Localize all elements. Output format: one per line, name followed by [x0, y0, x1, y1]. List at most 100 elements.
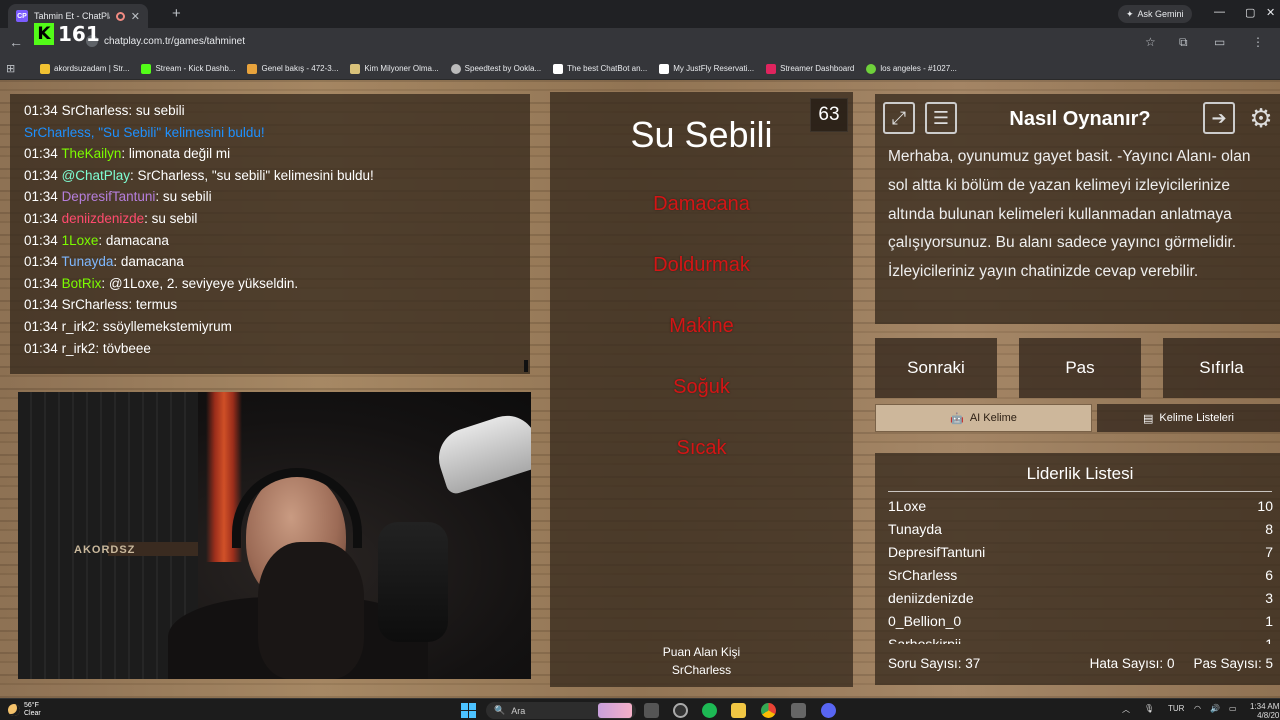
new-tab-button[interactable]: + [172, 5, 181, 22]
chrome-icon[interactable] [761, 703, 776, 718]
chat-scrollbar[interactable] [524, 360, 528, 372]
sidepanel-icon[interactable]: ▭ [1214, 35, 1225, 49]
chat-username[interactable]: SrCharless, "Su Sebili" kelimesini buldu… [24, 125, 265, 140]
app-icon[interactable] [791, 703, 806, 718]
bookmark-item[interactable]: Streamer Dashboard [760, 63, 860, 74]
bookmark-item[interactable]: Speedtest by Ookla... [445, 63, 548, 74]
browser-tabbar: CP Tahmin Et - ChatPlay ✕ + ✦ Ask Gemini… [0, 0, 1280, 28]
bookmark-item[interactable]: Kim Milyoner Olma... [344, 63, 444, 74]
close-window-icon[interactable]: ✕ [1266, 6, 1275, 19]
exit-icon[interactable]: ➔ [1203, 102, 1235, 134]
player-score: 6 [1265, 567, 1273, 583]
chat-message: 01:34 Tunayda: damacana [24, 251, 516, 273]
chat-username[interactable]: deniizdenizde [62, 211, 145, 226]
volume-icon[interactable]: 🔊 [1210, 704, 1220, 713]
spotify-icon[interactable] [702, 703, 717, 718]
gear-icon[interactable]: ⚙ [1245, 102, 1277, 134]
mic-arm [431, 408, 531, 496]
list-icon[interactable]: ☰ [925, 102, 957, 134]
battery-icon[interactable]: ▭ [1229, 704, 1237, 713]
chat-timestamp: 01:34 [24, 167, 58, 183]
wifi-icon[interactable]: ◠ [1194, 704, 1201, 713]
chat-username[interactable]: 1Loxe [62, 233, 99, 248]
language-indicator[interactable]: TUR [1168, 704, 1184, 713]
microphone [378, 522, 448, 642]
kick-icon [141, 63, 152, 74]
microphone-icon[interactable]: 🎙 [1144, 704, 1154, 713]
bookmark-item[interactable]: My JustFly Reservati... [653, 63, 760, 74]
next-button[interactable]: Sonraki [875, 338, 997, 398]
chat-username[interactable]: r_irk2 [62, 341, 96, 356]
player-score: 1 [1265, 613, 1273, 629]
leaderboard-title: Liderlik Listesi [888, 464, 1272, 492]
ask-gemini-button[interactable]: ✦ Ask Gemini [1118, 5, 1192, 23]
chat-message: 01:34 SrCharless: su sebili [24, 100, 516, 122]
chat-message: SrCharless, "Su Sebili" kelimesini buldu… [24, 122, 516, 144]
back-arrow-icon[interactable]: ← [9, 34, 23, 50]
tab-ai-word[interactable]: 🤖 AI Kelime [875, 404, 1092, 432]
address-bar-row: ← chatplay.com.tr/games/tahminet ☆ ⧉ ▭ ⋮ [0, 28, 1280, 58]
scorer-box: Puan Alan Kişi SrCharless [550, 643, 853, 679]
error-count: Hata Sayısı: 0 [1089, 656, 1175, 671]
menu-dots-icon[interactable]: ⋮ [1252, 35, 1264, 49]
kick-viewer-count: 161 [58, 22, 100, 46]
leaderboard-row: SrCharless 6 [888, 567, 1273, 583]
fullscreen-icon[interactable]: ⤢ [883, 102, 915, 134]
chat-username[interactable]: Tunayda [61, 254, 113, 269]
chat-username[interactable]: SrCharless [62, 103, 129, 118]
chat-list: 01:34 SrCharless: su sebili SrCharless, "… [24, 100, 516, 359]
windows-taskbar: 56°F Clear 🔍 Ara ︿ 🎙 TUR ◠ 🔊 ▭ 1:34 AM 4… [0, 698, 1280, 720]
pass-button[interactable]: Pas [1019, 338, 1141, 398]
file-explorer-icon[interactable] [731, 703, 746, 718]
extensions-icon[interactable]: ⧉ [1179, 35, 1188, 50]
chat-username[interactable]: SrCharless [62, 297, 129, 312]
tray-chevron-icon[interactable]: ︿ [1122, 704, 1130, 715]
scorer-name: SrCharless [671, 663, 732, 677]
bookmark-item[interactable]: The best ChatBot an... [547, 63, 653, 74]
discord-icon[interactable] [821, 703, 836, 718]
task-view-icon[interactable] [644, 703, 659, 718]
close-tab-icon[interactable]: ✕ [131, 10, 140, 23]
leaderboard-row: Tunayda 8 [888, 521, 1273, 537]
kick-viewer-badge: K 161 [34, 22, 100, 46]
app-icon[interactable] [673, 703, 688, 718]
bookmark-icon [659, 63, 670, 74]
chat-username[interactable]: @ChatPlay [62, 168, 130, 183]
bookmark-item[interactable]: Genel bakış - 472-3... [241, 63, 344, 74]
url-field[interactable]: chatplay.com.tr/games/tahminet [86, 35, 245, 47]
leaderboard-row: deniizdenizde 3 [888, 590, 1273, 606]
maximize-icon[interactable]: ▢ [1245, 6, 1255, 19]
windows-start-icon[interactable] [461, 703, 476, 718]
bookmark-item[interactable]: akordsuzadam | Str... [34, 63, 135, 74]
player-name: 1Loxe [888, 498, 927, 514]
bookmark-icon [40, 63, 50, 74]
weather-widget[interactable]: 56°F Clear [8, 702, 41, 718]
help-text: Merhaba, oyunumuz gayet basit. -Yayıncı … [888, 148, 1251, 281]
minimize-icon[interactable]: — [1214, 6, 1225, 18]
tab-word-lists[interactable]: ▤ Kelime Listeleri [1097, 404, 1280, 432]
forbidden-word: Doldurmak [653, 254, 750, 276]
apps-grid-icon[interactable]: ⊞ [6, 62, 34, 75]
chat-message: 01:34 @ChatPlay: SrCharless, "su sebili"… [24, 165, 516, 187]
help-title: Nasıl Oynanır? [1009, 108, 1151, 130]
chat-username[interactable]: BotRix [62, 276, 102, 291]
streamer-beard [258, 542, 364, 679]
bookmark-item[interactable]: los angeles - #1027... [860, 63, 963, 74]
chat-username[interactable]: TheKailyn [61, 146, 121, 161]
chat-username[interactable]: DepresifTantuni [62, 189, 156, 204]
bookmark-icon [553, 63, 564, 74]
tab-ai-word-label: AI Kelime [969, 412, 1017, 424]
leaderboard-row: 1Loxe 10 [888, 498, 1273, 514]
search-label: Ara [511, 705, 526, 716]
bookmark-star-icon[interactable]: ☆ [1145, 35, 1156, 49]
bookmark-item[interactable]: Stream - Kick Dashb... [135, 63, 241, 74]
chat-text: : su sebil [144, 210, 198, 226]
chat-timestamp: 01:34 [24, 210, 58, 226]
reset-button[interactable]: Sıfırla [1163, 338, 1280, 398]
chat-username[interactable]: r_irk2 [62, 319, 96, 334]
leaderboard-list[interactable]: 1Loxe 10 Tunayda 8 DepresifTantuni 7 SrCharles… [875, 498, 1280, 644]
clock[interactable]: 1:34 AM 4/8/20 [1250, 702, 1279, 720]
chat-text: : damacana [98, 232, 169, 248]
leaderboard-row: Sarhoskirpii 1 [888, 636, 1273, 644]
weather-condition: Clear [24, 710, 41, 717]
